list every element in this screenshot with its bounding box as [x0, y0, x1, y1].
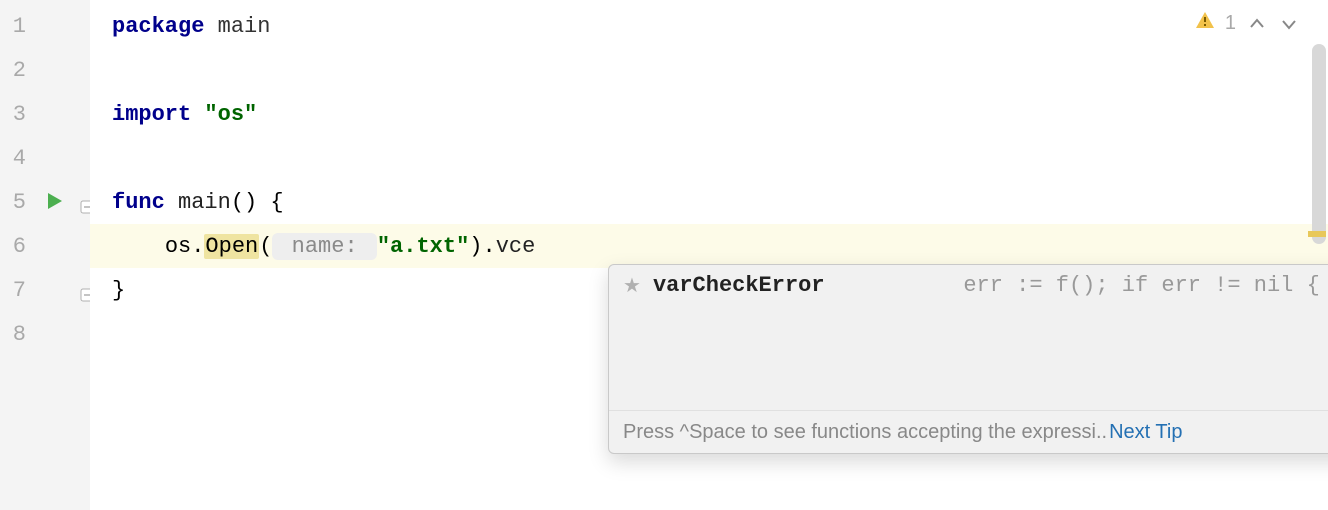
completion-item[interactable]: ★ varCheckError err := f(); if err != ni…	[609, 265, 1328, 306]
line-number: 2	[0, 58, 30, 83]
punctuation: {	[257, 190, 283, 215]
completion-popup: ★ varCheckError err := f(); if err != ni…	[608, 264, 1328, 454]
line-number: 6	[0, 234, 30, 259]
line-number: 8	[0, 322, 30, 347]
identifier: os	[165, 234, 191, 259]
code-editor: 1 2 3 4 5 6 7 8 1	[0, 0, 1328, 510]
next-tip-link[interactable]: Next Tip	[1109, 421, 1182, 444]
line-number: 5	[0, 190, 30, 215]
code-line-current[interactable]: os.Open( name: "a.txt").vce	[90, 224, 1328, 268]
keyword: func	[112, 190, 165, 215]
completion-name: varCheckError	[653, 273, 825, 298]
identifier: main	[165, 190, 231, 215]
identifier-highlighted: Open	[204, 234, 259, 259]
completion-signature: err := f(); if err != nil { retu…	[963, 273, 1328, 298]
error-stripe-mark[interactable]	[1308, 231, 1326, 237]
template-star-icon: ★	[623, 273, 641, 298]
code-line[interactable]: func main() {	[90, 180, 1328, 224]
line-number: 1	[0, 14, 30, 39]
parameter-hint: name:	[272, 233, 376, 260]
punctuation: )	[469, 234, 482, 259]
line-number: 3	[0, 102, 30, 127]
completion-hint-text: Press ^Space to see functions accepting …	[623, 421, 1107, 444]
gutter-row: 6	[0, 224, 89, 268]
gutter: 1 2 3 4 5 6 7 8	[0, 0, 90, 510]
string-literal: "os"	[191, 102, 257, 127]
punctuation: ()	[231, 190, 257, 215]
code-area[interactable]: 1 package main import "os" func main() {…	[90, 0, 1328, 510]
indent	[112, 234, 165, 259]
inspection-widget[interactable]: 1	[1195, 10, 1300, 37]
completion-footer: Press ^Space to see functions accepting …	[609, 410, 1328, 453]
warning-icon[interactable]	[1195, 10, 1215, 37]
next-highlight-icon[interactable]	[1278, 13, 1300, 35]
postfix-input: vce	[496, 234, 536, 259]
gutter-row: 7	[0, 268, 89, 312]
warning-count: 1	[1225, 12, 1236, 35]
gutter-row: 2	[0, 48, 89, 92]
punctuation: .	[482, 234, 495, 259]
line-number: 4	[0, 146, 30, 171]
code-line[interactable]	[90, 48, 1328, 92]
prev-highlight-icon[interactable]	[1246, 13, 1268, 35]
line-number: 7	[0, 278, 30, 303]
gutter-row: 3	[0, 92, 89, 136]
code-line[interactable]: package main	[90, 4, 1328, 48]
vertical-scrollbar[interactable]	[1312, 44, 1326, 244]
run-gutter-icon[interactable]	[46, 192, 64, 217]
punctuation: .	[191, 234, 204, 259]
gutter-row: 8	[0, 312, 89, 356]
gutter-row: 5	[0, 180, 89, 224]
punctuation: }	[112, 278, 125, 303]
punctuation: (	[259, 234, 272, 259]
string-literal: "a.txt"	[377, 234, 469, 259]
completion-list-spacer	[609, 306, 1328, 410]
keyword: package	[112, 14, 204, 39]
code-line[interactable]	[90, 136, 1328, 180]
gutter-row: 1	[0, 4, 89, 48]
gutter-row: 4	[0, 136, 89, 180]
identifier: main	[204, 14, 270, 39]
code-line[interactable]: import "os"	[90, 92, 1328, 136]
keyword: import	[112, 102, 191, 127]
